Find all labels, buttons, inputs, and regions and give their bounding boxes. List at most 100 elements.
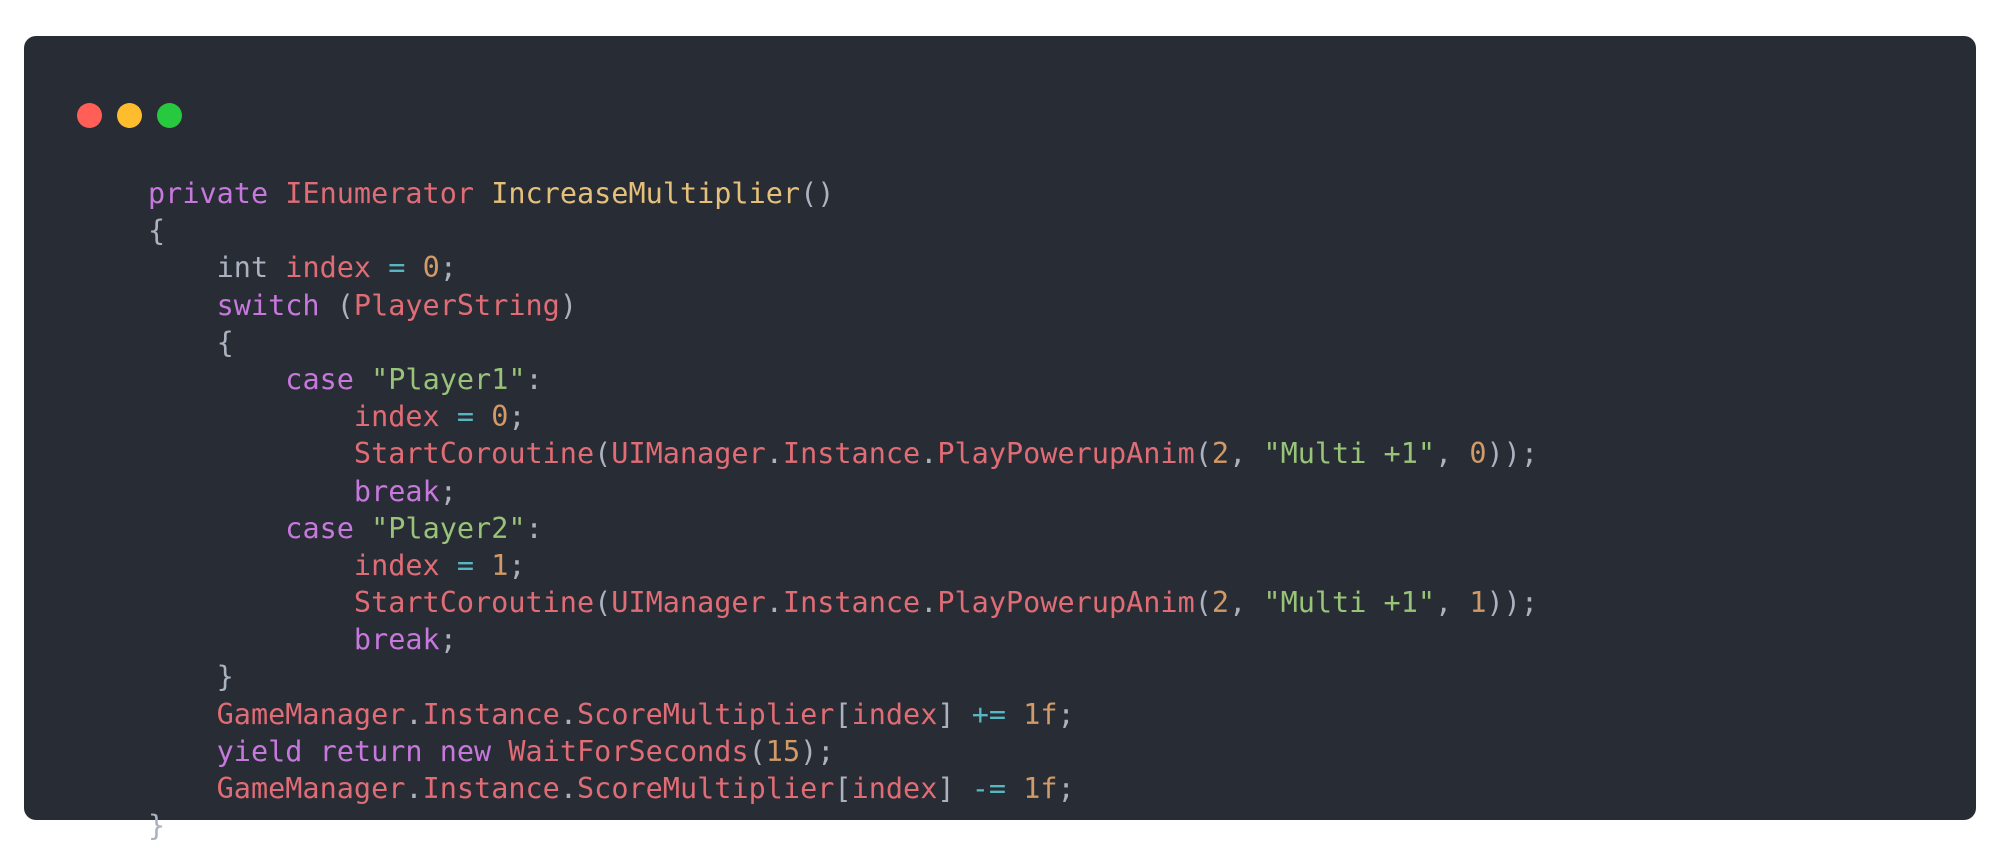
code-token: IncreaseMultiplier [491,177,801,210]
code-token: index [851,697,938,731]
code-line: { [148,324,1538,361]
code-token: case [285,362,354,396]
code-window: private IEnumerator IncreaseMultiplier()… [24,36,1976,842]
window-controls [77,103,182,128]
code-token: 1 [1469,586,1487,620]
code-line: yield return new WaitForSeconds(15); [148,733,1538,770]
code-token: . [765,586,783,620]
code-token: 0 [422,251,440,285]
code-token: ; [1057,697,1075,731]
code-token: : [525,511,543,545]
code-token: , [1229,586,1264,620]
code-token: "Multi +1" [1263,437,1436,471]
code-token: PlayPowerupAnim [937,586,1195,620]
code-line: index = 1; [148,547,1538,584]
code-token: ; [1057,772,1075,805]
code-token: ; [508,400,526,434]
code-token: . [920,586,938,620]
code-token: ScoreMultiplier [577,697,835,731]
code-token: ( [1194,437,1212,471]
code-token: break [353,623,440,657]
maximize-button[interactable] [157,103,182,128]
code-token: StartCoroutine [353,586,595,620]
code-token: new [439,734,492,768]
code-token: private [148,177,269,210]
code-token: -= [971,772,1007,805]
code-token: StartCoroutine [353,437,595,471]
code-token: = [388,251,406,285]
code-token: switch [216,288,320,322]
code-token: ( [748,734,766,768]
code-token: 2 [1211,437,1230,471]
code-token: index [353,548,440,582]
code-line: } [148,658,1538,695]
code-token: () [800,177,835,210]
code-token: } [148,660,234,694]
code-token: break [353,474,440,508]
code-token: ( [319,288,354,322]
code-token: , [1229,437,1264,471]
code-token: , [1435,586,1470,620]
code-token: ( [594,437,612,471]
code-token: UIManager [611,586,766,620]
code-line: index = 0; [148,398,1538,435]
code-token: GameManager [216,697,406,731]
code-token: int [148,251,286,285]
minimize-button[interactable] [117,103,142,128]
code-token: { [148,325,234,359]
code-token: ); [800,734,835,768]
code-token: { [148,214,166,248]
code-token: GameManager [216,772,406,805]
code-token: 0 [1469,437,1487,471]
code-line: { [148,212,1538,249]
code-token: 0 [491,400,509,434]
code-line: StartCoroutine(UIManager.Instance.PlayPo… [148,584,1538,621]
code-token: . [405,697,423,731]
code-token: = [456,548,475,582]
code-token: . [765,437,783,471]
code-token: = [456,400,475,434]
code-token: Instance [422,697,560,731]
code-token: return [319,734,423,768]
code-token: yield [216,734,303,768]
code-token: . [405,772,423,805]
code-token: . [559,697,578,731]
code-token: [ [834,697,852,731]
code-line: int index = 0; [148,249,1538,286]
code-token: 1 [491,548,509,582]
code-line: StartCoroutine(UIManager.Instance.PlayPo… [148,435,1538,472]
code-token: ] [937,772,972,805]
code-token: 1f [1023,772,1058,805]
code-token: ) [559,288,577,322]
code-line: switch (PlayerString) [148,287,1538,324]
code-token: index [851,772,938,805]
code-token: ; [508,548,526,582]
close-button[interactable] [77,103,102,128]
code-token: += [971,697,1007,731]
code-token: ] [937,697,972,731]
code-token: Instance [782,586,921,620]
code-line: GameManager.Instance.ScoreMultiplier[ind… [148,696,1538,733]
code-line: case "Player2": [148,510,1538,547]
code-token: Instance [782,437,921,471]
code-line: GameManager.Instance.ScoreMultiplier[ind… [148,770,1538,807]
code-token: Instance [422,772,560,805]
code-line: break; [148,473,1538,510]
